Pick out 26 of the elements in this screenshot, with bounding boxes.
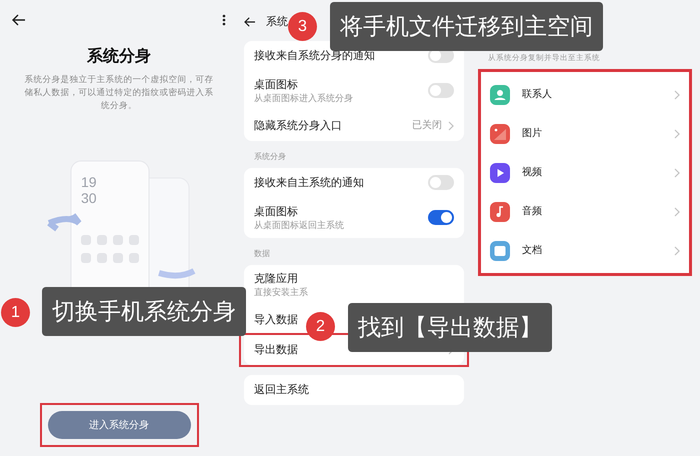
page-title: 系统分身: [87, 45, 151, 67]
row-label: 桌面图标: [254, 204, 299, 218]
row-label: 隐藏系统分身入口: [254, 118, 342, 132]
step-tooltip: 切换手机系统分身: [42, 287, 246, 336]
row-value: 已关闭: [412, 118, 442, 133]
item-label: 视频: [522, 166, 543, 180]
row-subtitle: 直接安装主系: [254, 286, 308, 298]
row-subtitle: 从桌面图标进入系统分身: [254, 92, 353, 104]
step-tooltip: 将手机文件迁移到主空间: [330, 2, 603, 51]
item-label: 联系人: [522, 88, 553, 102]
row-label: 克隆应用: [254, 272, 299, 286]
row-label: 接收来自主系统的通知: [254, 176, 364, 190]
item-label: 音频: [522, 204, 543, 220]
step-tooltip: 找到【导出数据】: [348, 303, 552, 352]
section-label: 系统分身: [253, 150, 287, 162]
header-title: 系统: [266, 14, 288, 30]
step-number-tooltip: 3: [288, 12, 317, 41]
row-label: 桌面图标: [254, 78, 299, 92]
item-label: 图片: [522, 126, 543, 142]
section-label: 数据: [253, 248, 271, 260]
row-subtitle: 从桌面图标返回主系统: [254, 218, 344, 230]
row-label: 导出数据: [254, 342, 298, 356]
description-text: 系统分身是独立于主系统的一个虚拟空间，可存储私人数据，可以通过特定的指纹或密码进入系统分身。: [24, 74, 214, 113]
item-label: 文档: [522, 244, 543, 258]
step-number-tooltip: 1: [1, 298, 30, 327]
row-label: 返回主系统: [254, 382, 309, 396]
